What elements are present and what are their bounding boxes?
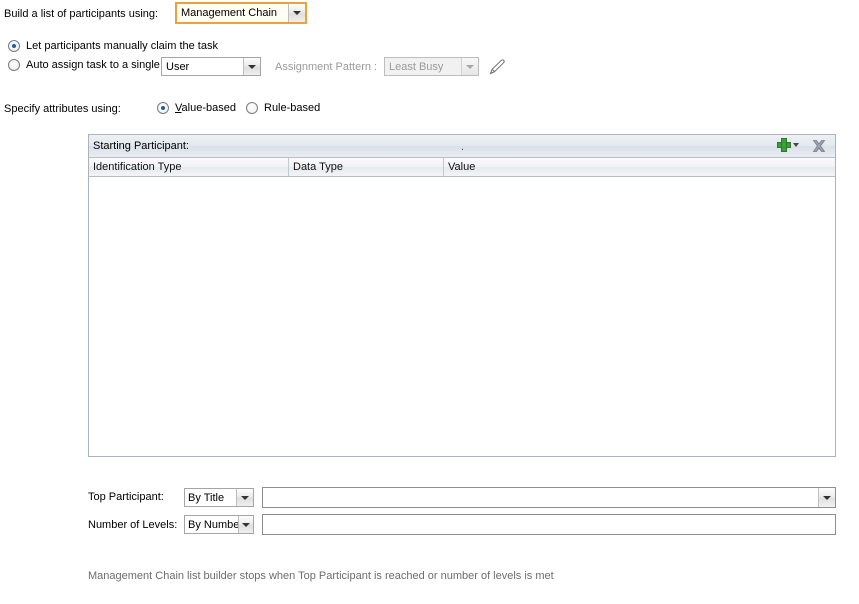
build-list-dropdown-value: Management Chain [181, 7, 278, 19]
assignment-pattern-label: Assignment Pattern : [275, 61, 378, 73]
assignment-pattern-dropdown: Least Busy [384, 57, 479, 76]
build-list-label: Build a list of participants using: [4, 8, 159, 20]
assignment-pattern-value: Least Busy [389, 60, 444, 73]
value-based-option[interactable]: Value-based [157, 102, 236, 114]
add-row-button[interactable] [777, 138, 799, 152]
top-participant-mode-value: By Title [188, 491, 225, 504]
chevron-down-icon[interactable] [288, 4, 305, 22]
chevron-down-icon [461, 58, 478, 75]
chevron-down-icon[interactable] [237, 516, 253, 533]
rule-based-label: Rule-based [264, 102, 321, 114]
radio-auto-assign[interactable] [8, 59, 20, 71]
column-header-data-type[interactable]: Data Type [289, 158, 444, 176]
levels-mode-value: By Number [188, 518, 238, 531]
levels-input[interactable] [262, 514, 836, 535]
table-column-headers: Identification Type Data Type Value [89, 158, 835, 177]
specify-attributes-label: Specify attributes using: [4, 103, 121, 115]
radio-manual-claim[interactable] [8, 40, 20, 52]
chevron-down-icon[interactable] [236, 489, 253, 506]
top-participant-label: Top Participant: [88, 491, 164, 503]
chevron-down-icon [793, 143, 799, 147]
auto-assign-target-value: User [166, 60, 190, 73]
panel-header: Starting Participant: . [89, 135, 835, 158]
plus-icon [777, 138, 791, 152]
radio-value-based[interactable] [157, 102, 169, 114]
column-header-value[interactable]: Value [444, 158, 835, 176]
rule-based-option[interactable]: Rule-based [246, 102, 320, 114]
number-of-levels-label: Number of Levels: [88, 519, 178, 531]
radio-rule-based[interactable] [246, 102, 258, 114]
footer-note: Management Chain list builder stops when… [88, 570, 554, 582]
header-center-marker: . [461, 141, 465, 153]
table-body[interactable] [89, 177, 835, 456]
build-list-row: Build a list of participants using: [4, 4, 168, 24]
build-list-dropdown[interactable]: Management Chain [175, 2, 307, 24]
auto-assign-target-dropdown[interactable]: User [161, 57, 261, 76]
starting-participant-panel: Starting Participant: . Identification T… [88, 134, 836, 457]
top-participant-input[interactable] [262, 487, 836, 508]
chevron-down-icon[interactable] [243, 58, 260, 75]
manual-claim-option[interactable]: Let participants manually claim the task [8, 40, 218, 52]
levels-mode-dropdown[interactable]: By Number [184, 515, 254, 534]
value-based-label: Value-based [175, 102, 236, 114]
delete-row-button[interactable] [811, 138, 827, 154]
auto-assign-option[interactable]: Auto assign task to a single [8, 59, 160, 71]
chevron-down-icon[interactable] [818, 488, 835, 507]
manual-claim-label: Let participants manually claim the task [26, 40, 218, 52]
column-header-identification-type[interactable]: Identification Type [89, 158, 289, 176]
starting-participant-title: Starting Participant: [93, 140, 189, 152]
pencil-icon[interactable] [487, 57, 507, 77]
auto-assign-label: Auto assign task to a single [26, 59, 160, 71]
top-participant-mode-dropdown[interactable]: By Title [184, 488, 254, 507]
